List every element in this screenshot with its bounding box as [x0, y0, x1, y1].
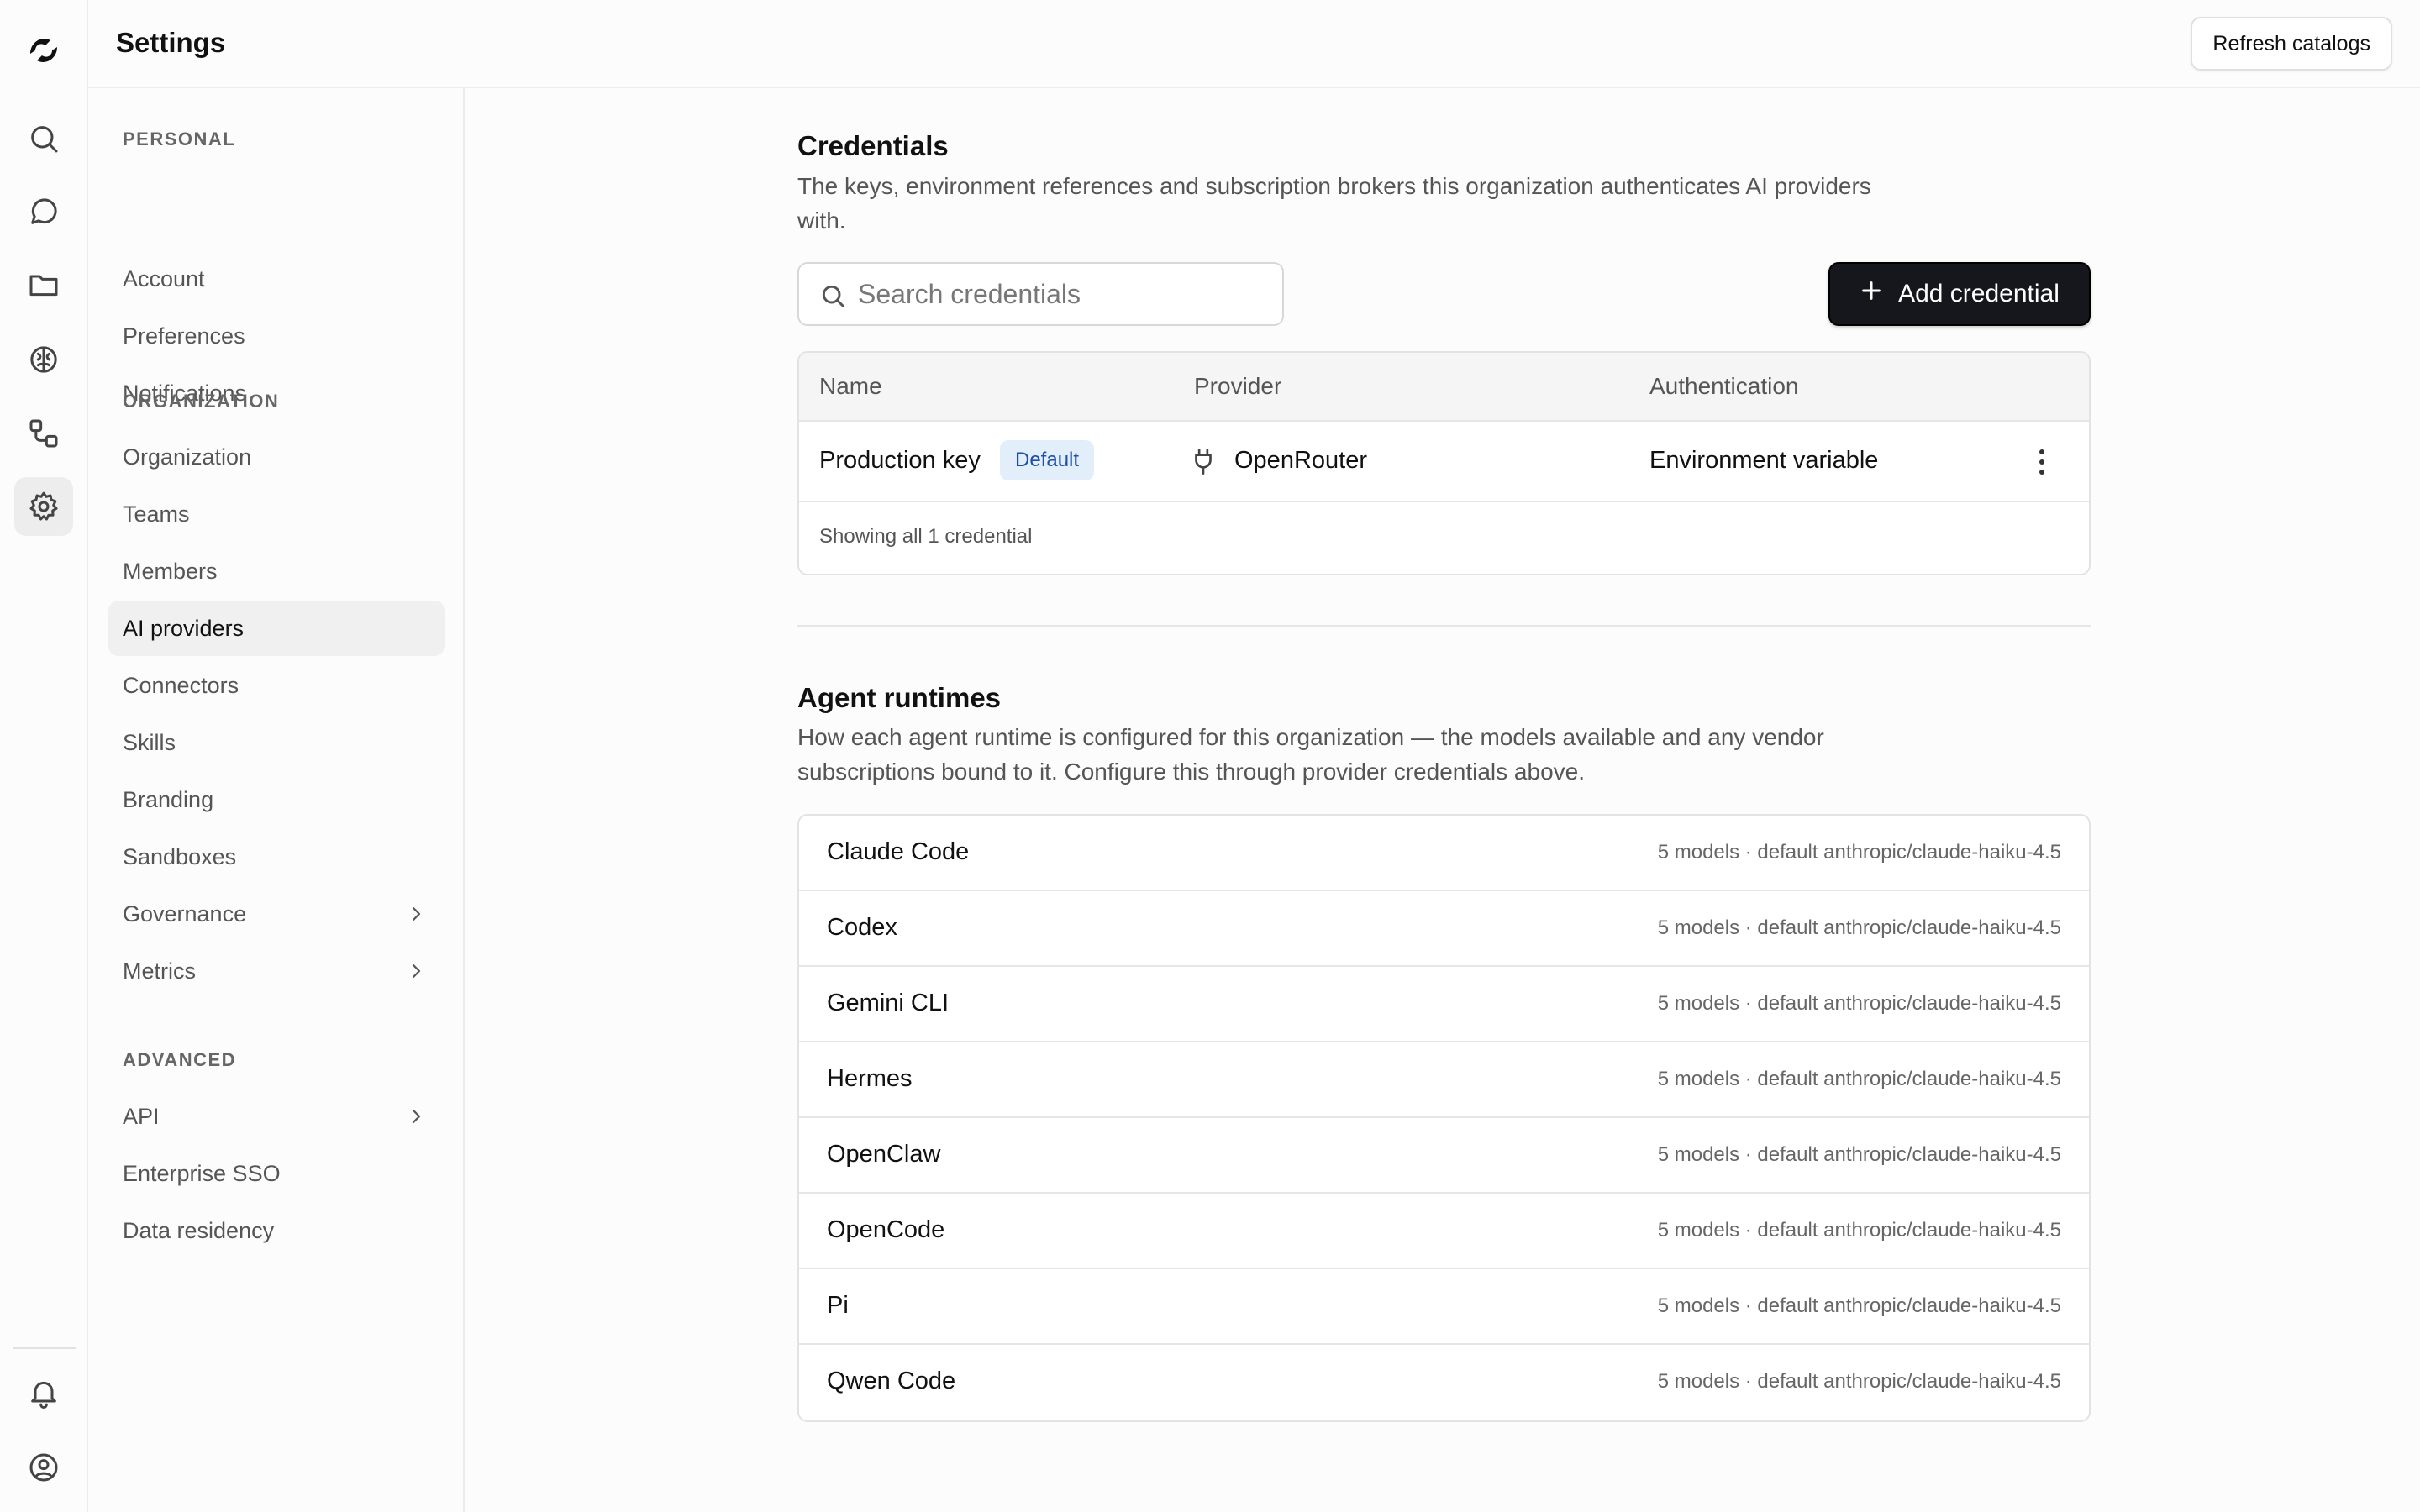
runtime-meta: 5 models · default anthropic/claude-haik… [1657, 1370, 2061, 1393]
runtime-meta: 5 models · default anthropic/claude-haik… [1657, 1219, 2061, 1242]
main-content: Credentials The keys, environment refere… [466, 88, 2420, 1512]
list-item[interactable]: OpenClaw 5 models · default anthropic/cl… [799, 1118, 2089, 1194]
list-item[interactable]: Pi 5 models · default anthropic/claude-h… [799, 1269, 2089, 1345]
table-row[interactable]: Production key Default OpenRouter Enviro… [799, 422, 2089, 502]
runtime-meta: 5 models · default anthropic/claude-haik… [1657, 992, 2061, 1015]
sidebar-item-organization[interactable]: Organization [108, 429, 445, 485]
credential-provider: OpenRouter [1234, 447, 1367, 474]
sidebar-item-skills[interactable]: Skills [108, 715, 445, 770]
plug-icon [1191, 447, 1216, 475]
credentials-description: The keys, environment references and sub… [797, 173, 1871, 234]
search-icon[interactable] [14, 109, 73, 168]
user-icon[interactable] [14, 1438, 73, 1497]
sidebar-item-enterprise-sso[interactable]: Enterprise SSO [108, 1146, 445, 1201]
runtime-name: Codex [827, 914, 897, 941]
section-title-organization: ORGANIZATION [123, 391, 280, 412]
runtime-meta: 5 models · default anthropic/claude-haik… [1657, 841, 2061, 864]
list-item[interactable]: OpenCode 5 models · default anthropic/cl… [799, 1194, 2089, 1269]
gear-icon[interactable] [14, 477, 73, 536]
sidebar-item-branding[interactable]: Branding [108, 772, 445, 827]
sidebar-item-account[interactable]: Account [108, 251, 445, 307]
credential-name: Production key [819, 447, 981, 474]
section-title-advanced: ADVANCED [123, 1049, 237, 1070]
list-item[interactable]: Hermes 5 models · default anthropic/clau… [799, 1042, 2089, 1118]
more-options-icon[interactable] [2033, 445, 2050, 479]
sidebar-item-metrics[interactable]: Metrics [108, 943, 445, 999]
credential-authentication: Environment variable [1649, 447, 1879, 474]
top-bar: Settings Refresh catalogs [88, 0, 2420, 88]
add-credential-button[interactable]: Add credential [1828, 262, 2091, 326]
list-item[interactable]: Gemini CLI 5 models · default anthropic/… [799, 967, 2089, 1042]
workflow-icon[interactable] [14, 404, 73, 463]
icon-rail [0, 0, 88, 1512]
sidebar-item-sandboxes[interactable]: Sandboxes [108, 829, 445, 885]
logo-icon[interactable] [25, 32, 62, 69]
brain-icon[interactable] [14, 330, 73, 389]
credentials-title: Credentials [797, 130, 949, 161]
plus-icon [1860, 279, 1883, 309]
sidebar-item-api[interactable]: API [108, 1089, 445, 1144]
refresh-catalogs-button[interactable]: Refresh catalogs [2191, 17, 2392, 71]
credentials-table: Name Provider Authentication Production … [797, 351, 2091, 575]
sidebar-item-preferences[interactable]: Preferences [108, 308, 445, 364]
runtime-name: Pi [827, 1292, 849, 1319]
runtime-meta: 5 models · default anthropic/claude-haik… [1657, 916, 2061, 939]
list-item[interactable]: Qwen Code 5 models · default anthropic/c… [799, 1345, 2089, 1420]
sidebar-item-data-residency[interactable]: Data residency [108, 1203, 445, 1258]
runtime-meta: 5 models · default anthropic/claude-haik… [1657, 1143, 2061, 1166]
page-title: Settings [116, 27, 226, 58]
runtime-name: Gemini CLI [827, 990, 950, 1016]
column-header-name[interactable]: Name [819, 373, 882, 400]
list-item[interactable]: Claude Code 5 models · default anthropic… [799, 816, 2089, 891]
sidebar-item-connectors[interactable]: Connectors [108, 658, 445, 713]
table-footer: Showing all 1 credential [819, 525, 1033, 548]
column-header-authentication[interactable]: Authentication [1649, 373, 1798, 400]
chevron-right-icon [406, 1106, 426, 1126]
folder-icon[interactable] [14, 255, 73, 314]
sidebar-item-ai-providers[interactable]: AI providers [108, 601, 445, 656]
runtime-meta: 5 models · default anthropic/claude-haik… [1657, 1294, 2061, 1317]
agent-runtimes-title: Agent runtimes [797, 682, 1002, 713]
chat-icon[interactable] [14, 182, 73, 241]
runtime-name: Qwen Code [827, 1368, 956, 1394]
table-header: Name Provider Authentication [799, 353, 2089, 422]
sidebar-item-members[interactable]: Members [108, 543, 445, 599]
runtimes-list: Claude Code 5 models · default anthropic… [797, 814, 2091, 1422]
runtime-meta: 5 models · default anthropic/claude-haik… [1657, 1068, 2061, 1090]
section-divider [797, 625, 2091, 627]
sidebar-item-governance[interactable]: Governance [108, 886, 445, 942]
agent-runtimes-description: How each agent runtime is configured for… [797, 724, 1824, 785]
section-title-personal: PERSONAL [123, 129, 236, 150]
sidebar-item-teams[interactable]: Teams [108, 486, 445, 542]
search-icon [819, 282, 846, 309]
column-header-provider[interactable]: Provider [1194, 373, 1281, 400]
default-badge: Default [1000, 440, 1095, 480]
chevron-right-icon [406, 904, 426, 924]
list-item[interactable]: Codex 5 models · default anthropic/claud… [799, 891, 2089, 967]
chevron-right-icon [406, 961, 426, 981]
runtime-name: OpenClaw [827, 1141, 941, 1168]
rail-divider [13, 1347, 76, 1349]
bell-icon[interactable] [14, 1363, 73, 1422]
search-credentials-field[interactable] [797, 262, 1284, 326]
search-input[interactable] [858, 278, 1261, 310]
runtime-name: OpenCode [827, 1216, 945, 1243]
settings-sidebar: PERSONAL Account Preferences Notificatio… [88, 88, 465, 1512]
runtime-name: Hermes [827, 1065, 913, 1092]
runtime-name: Claude Code [827, 838, 970, 865]
